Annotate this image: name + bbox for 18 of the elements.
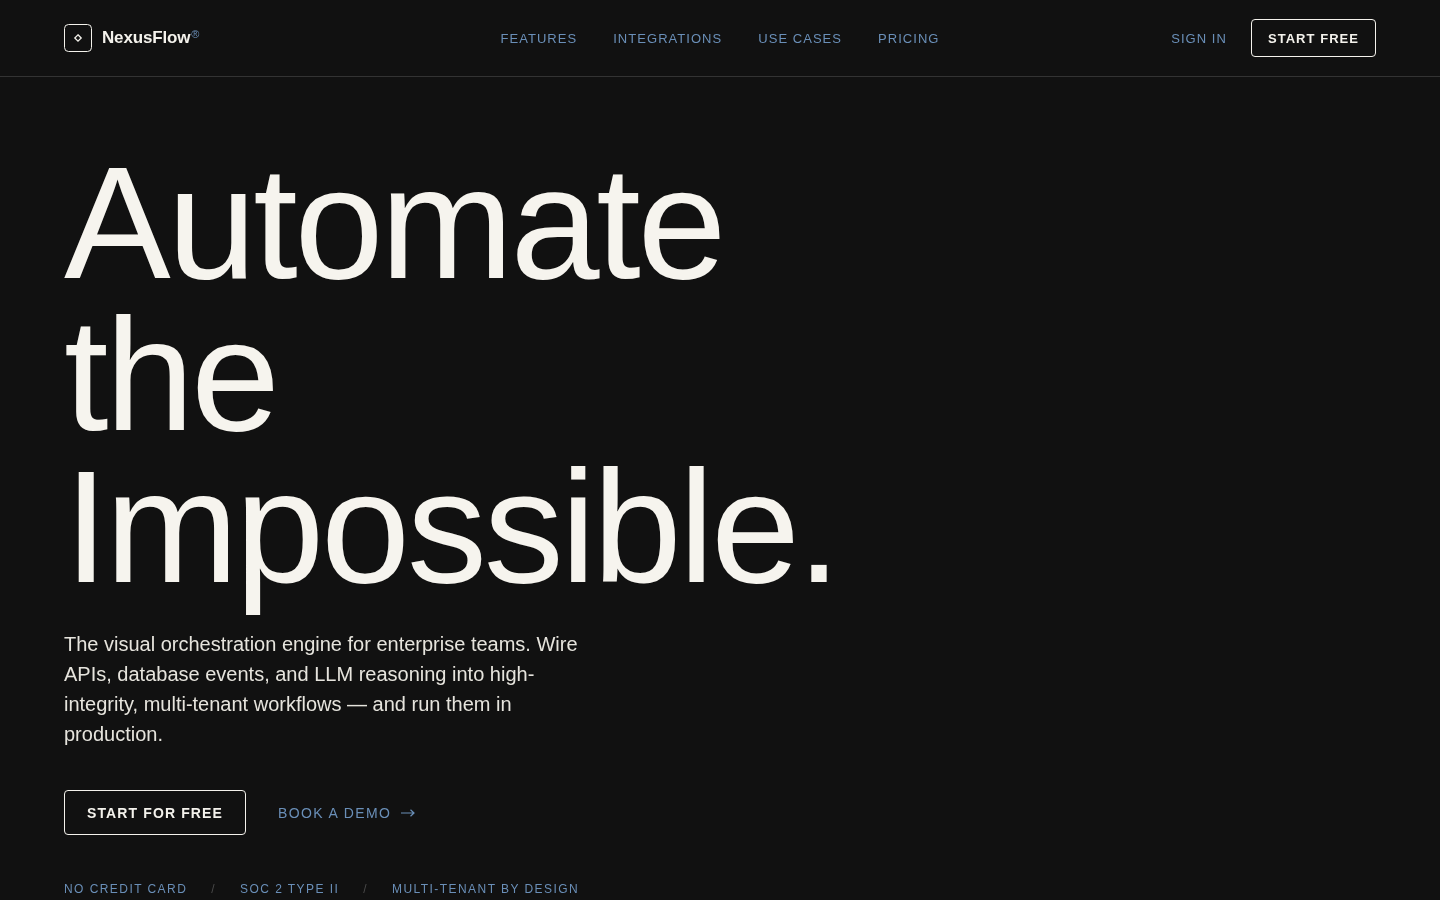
brand-name[interactable]: NexusFlow [102,28,191,48]
nav-link[interactable]: FEATURES [500,30,578,46]
hero-description: The visual orchestration engine for enterprise teams. Wire APIs, database events, and LLM reasoning into high-integrity, multi-tenant workflows — and run them in production. [64,632,579,747]
sign-in-link[interactable]: SIGN IN [1171,30,1227,46]
start-free-button[interactable]: START FREE [1250,19,1376,57]
separator-slash: / [363,882,369,896]
nav-link[interactable]: USE CASES [758,30,843,46]
trust-label: MULTI-TENANT BY DESIGN [392,882,580,896]
book-demo-link[interactable]: BOOK A DEMO [278,804,416,821]
trust-label: NO CREDIT CARD [64,882,188,896]
separator-slash: / [211,882,217,896]
trust-label: SOC 2 TYPE II [240,882,340,896]
registered-mark: ® [191,28,200,40]
hero-heading: Automate the Impossible. [64,147,840,618]
arrow-right-icon [401,808,416,817]
start-for-free-button[interactable]: START FOR FREE [64,790,246,835]
nav-link[interactable]: PRICING [878,30,940,46]
nav-link[interactable]: INTEGRATIONS [613,30,723,46]
